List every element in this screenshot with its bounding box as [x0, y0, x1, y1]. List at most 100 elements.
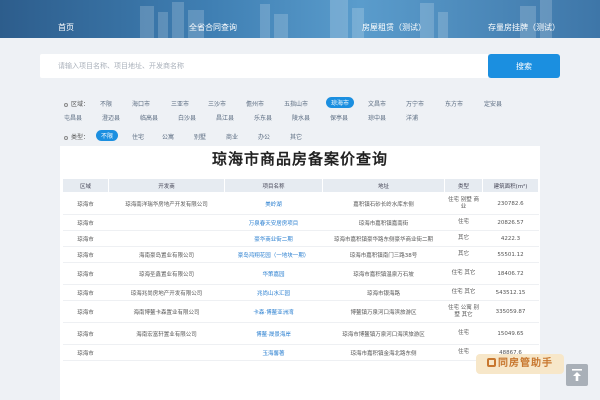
- table-row[interactable]: 琼海市 万泉春天安居房项目 琼海市嘉积镇嘉南街 住宅 20826.57: [62, 214, 539, 231]
- cell-address: 琼海市博鳌镇万泉河口海滨旅游区: [322, 322, 445, 345]
- cell-region: 琼海市: [62, 300, 109, 323]
- cell-region: 琼海市: [62, 230, 109, 247]
- cell-address: 琼海市嘉积镇嘉南街: [322, 214, 445, 231]
- type-option[interactable]: 其它: [290, 132, 302, 141]
- type-option[interactable]: 商业: [226, 132, 238, 141]
- region-option[interactable]: 海口市: [132, 99, 150, 108]
- region-option[interactable]: 乐东县: [254, 113, 272, 122]
- arrow-up-icon: [572, 369, 582, 381]
- region-option[interactable]: 东方市: [445, 99, 463, 108]
- type-option[interactable]: 别墅: [194, 132, 206, 141]
- cell-developer: 琼海圣鑫置业有限公司: [108, 262, 225, 285]
- top-banner: 首页 全省合同查询 房屋租赁（测试） 存量房挂牌（测试）: [0, 0, 600, 38]
- cell-developer: [108, 344, 225, 361]
- cell-project-name[interactable]: 豪华商业街二期: [224, 230, 323, 247]
- cell-area: 4222.3: [482, 230, 539, 247]
- region-label: 区域：: [64, 99, 89, 108]
- region-option[interactable]: 不限: [100, 99, 112, 108]
- cell-area: 335059.87: [482, 300, 539, 323]
- cell-area: 543512.15: [482, 284, 539, 301]
- cell-address: 琼海市嘉积镇南门三路38号: [322, 246, 445, 263]
- cell-type: 其它: [444, 246, 483, 263]
- region-option-active[interactable]: 琼海市: [326, 97, 355, 108]
- cell-type: 住宅 其它: [444, 262, 483, 285]
- type-option[interactable]: 住宅: [132, 132, 144, 141]
- nav-contract-query[interactable]: 全省合同查询: [189, 22, 237, 33]
- column-header: 类型: [444, 178, 483, 193]
- region-option[interactable]: 定安县: [484, 99, 502, 108]
- search-input[interactable]: [40, 54, 488, 78]
- table-row[interactable]: 琼海市 海南博鳌卡森置业有限公司 卡森·博鳌亚洲湾 博鳌镇万泉河口海滨旅游区 住宅 公寓…: [62, 300, 539, 323]
- table-row[interactable]: 琼海市 琼海圣鑫置业有限公司 华策嘉园 琼海市嘉积镇温泉万石坡 住宅 其它 18406.7…: [62, 262, 539, 285]
- region-option[interactable]: 昌江县: [216, 113, 234, 122]
- cell-region: 琼海市: [62, 262, 109, 285]
- results-panel: 琼海市商品房备案价查询 区域 开发商 项目名称 地址 类型 建筑面积(m²) 琼…: [60, 146, 540, 400]
- table-row[interactable]: 琼海市 琼海兆尚房地产开发有限公司 兆尚山水汇园 琼海市银海路 住宅 其它 543512.…: [62, 284, 539, 301]
- cell-area: 20826.57: [482, 214, 539, 231]
- cell-type: 住宅 公寓 别墅 其它: [444, 300, 483, 323]
- region-option[interactable]: 万宁市: [406, 99, 424, 108]
- cell-project-name[interactable]: 玉海馨著: [224, 344, 323, 361]
- cell-area: 230782.6: [482, 192, 539, 215]
- type-option[interactable]: 办公: [258, 132, 270, 141]
- cell-developer: 海南博鳌卡森置业有限公司: [108, 300, 225, 323]
- cell-project-name[interactable]: 美岭湖: [224, 192, 323, 215]
- cell-project-name[interactable]: 兆尚山水汇园: [224, 284, 323, 301]
- back-to-top-button[interactable]: [566, 364, 588, 386]
- search-button[interactable]: 搜索: [488, 54, 560, 78]
- table-row[interactable]: 琼海市 琼海南洋瑞华房地产开发有限公司 美岭湖 嘉积镇石砂长岭水库东侧 住宅 别墅 商业…: [62, 192, 539, 215]
- cell-developer: [108, 214, 225, 231]
- table-row[interactable]: 琼海市 豪华商业街二期 琼海市嘉积镇豪华路东侧豪华商业街二期 其它 4222.3: [62, 230, 539, 247]
- region-option[interactable]: 洋浦: [406, 113, 418, 122]
- cell-address: 琼海市嘉积镇豪华路东侧豪华商业街二期: [322, 230, 445, 247]
- cell-region: 琼海市: [62, 246, 109, 263]
- cell-type: 住宅 别墅 商业: [444, 192, 483, 215]
- results-table: 区域 开发商 项目名称 地址 类型 建筑面积(m²) 琼海市 琼海南洋瑞华房地产开…: [62, 178, 539, 361]
- column-header: 开发商: [108, 178, 225, 193]
- region-option[interactable]: 保亭县: [330, 113, 348, 122]
- cell-developer: [108, 230, 225, 247]
- cell-project-name[interactable]: 豪岛鸿翔花园（一地块一期）: [224, 246, 323, 263]
- type-option-active[interactable]: 不限: [96, 130, 119, 141]
- nav-stock-listing[interactable]: 存量房挂牌（测试）: [488, 22, 560, 33]
- type-option[interactable]: 公寓: [162, 132, 174, 141]
- cell-region: 琼海市: [62, 214, 109, 231]
- region-filter-row: 区域： 不限 海口市 三亚市 三沙市 儋州市 五指山市 琼海市 文昌市 万宁市 …: [60, 97, 540, 109]
- region-option[interactable]: 澄迈县: [102, 113, 120, 122]
- bullet-icon: [64, 135, 68, 140]
- bullet-icon: [64, 102, 68, 107]
- cell-project-name[interactable]: 华策嘉园: [224, 262, 323, 285]
- cell-project-name[interactable]: 博鳌·晟景海岸: [224, 322, 323, 345]
- region-option[interactable]: 五指山市: [284, 99, 308, 108]
- helper-badge[interactable]: 同房管助手: [476, 354, 564, 374]
- cell-region: 琼海市: [62, 322, 109, 345]
- type-filter-row: 类型： 不限 住宅 公寓 别墅 商业 办公 其它: [60, 130, 540, 142]
- nav-home[interactable]: 首页: [58, 22, 74, 33]
- region-option[interactable]: 临高县: [140, 113, 158, 122]
- region-option[interactable]: 陵水县: [292, 113, 310, 122]
- table-header-row: 区域 开发商 项目名称 地址 类型 建筑面积(m²): [62, 178, 539, 193]
- cell-region: 琼海市: [62, 344, 109, 361]
- region-option[interactable]: 三亚市: [171, 99, 189, 108]
- cell-area: 18406.72: [482, 262, 539, 285]
- filter-panel: 区域： 不限 海口市 三亚市 三沙市 儋州市 五指山市 琼海市 文昌市 万宁市 …: [60, 94, 540, 144]
- column-header: 区域: [62, 178, 109, 193]
- cell-developer: 海南宏富轩置业有限公司: [108, 322, 225, 345]
- region-option[interactable]: 白沙县: [178, 113, 196, 122]
- cell-project-name[interactable]: 万泉春天安居房项目: [224, 214, 323, 231]
- region-option[interactable]: 三沙市: [208, 99, 226, 108]
- app-logo-icon: [487, 358, 496, 367]
- table-row[interactable]: 琼海市 海南豪岛置业有限公司 豪岛鸿翔花园（一地块一期） 琼海市嘉积镇南门三路38号其…: [62, 246, 539, 263]
- table-row[interactable]: 琼海市 玉海馨著 琼海市嘉积镇金海北路东侧 住宅 48867.6: [62, 344, 539, 361]
- region-option[interactable]: 琼中县: [368, 113, 386, 122]
- cell-developer: 琼海兆尚房地产开发有限公司: [108, 284, 225, 301]
- region-option[interactable]: 文昌市: [368, 99, 386, 108]
- nav-rental[interactable]: 房屋租赁（测试）: [362, 22, 426, 33]
- cell-type: 住宅: [444, 214, 483, 231]
- cell-project-name[interactable]: 卡森·博鳌亚洲湾: [224, 300, 323, 323]
- region-option[interactable]: 儋州市: [246, 99, 264, 108]
- table-row[interactable]: 琼海市 海南宏富轩置业有限公司 博鳌·晟景海岸 琼海市博鳌镇万泉河口海滨旅游区 住宅 15…: [62, 322, 539, 345]
- cell-address: 琼海市嘉积镇温泉万石坡: [322, 262, 445, 285]
- region-option[interactable]: 屯昌县: [64, 113, 82, 122]
- cell-region: 琼海市: [62, 192, 109, 215]
